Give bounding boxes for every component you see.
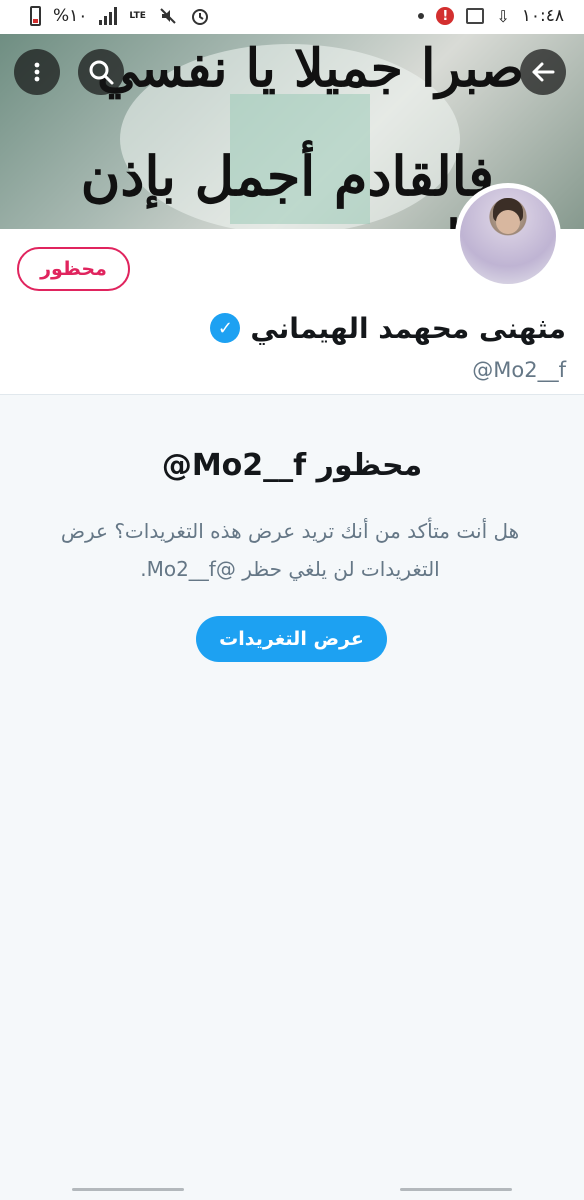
blocked-button[interactable]: محظور	[17, 247, 130, 291]
verified-badge-icon: ✓	[210, 313, 241, 343]
navigation-bar	[0, 1176, 584, 1200]
nav-back-pill[interactable]	[400, 1188, 512, 1191]
blocked-title: @Mo2__f محظور	[161, 448, 423, 483]
signal-icon	[99, 7, 118, 25]
status-left: %١٠ LTE	[30, 6, 210, 26]
display-name: مثهنى محهمد الهيماني	[250, 311, 566, 345]
more-vertical-icon	[34, 62, 40, 82]
banner-line-2: فالقادم أجمل بإذن الله	[80, 144, 494, 229]
search-icon	[89, 60, 114, 85]
clock: ١٠:٤٨	[521, 6, 564, 26]
battery-percent: %١٠	[53, 6, 88, 26]
user-handle: @Mo2__f	[472, 358, 566, 382]
arrow-back-icon	[532, 62, 555, 82]
more-options-button[interactable]	[14, 49, 60, 95]
mute-icon	[160, 8, 176, 24]
dot-icon	[418, 13, 425, 19]
alarm-icon	[191, 9, 208, 25]
view-tweets-button[interactable]: عرض التغريدات	[196, 616, 387, 662]
blocked-description: هل أنت متأكد من أنك تريد عرض هذه التغريد…	[60, 519, 520, 581]
image-icon	[466, 8, 485, 24]
download-icon: ⇩	[496, 6, 510, 26]
back-button[interactable]	[520, 49, 566, 95]
screen: %١٠ LTE ! ⇩ ١٠:٤٨ صبرا جميلا يا نفسي فال…	[0, 0, 584, 1200]
status-right: ! ⇩ ١٠:٤٨	[418, 6, 564, 26]
avatar-image	[460, 188, 556, 284]
alert-icon: !	[436, 7, 455, 25]
avatar[interactable]	[455, 183, 561, 289]
lte-icon: LTE	[129, 10, 146, 21]
search-button[interactable]	[78, 49, 124, 95]
status-bar: %١٠ LTE ! ⇩ ١٠:٤٨	[0, 0, 584, 34]
name-row: ✓ مثهنى محهمد الهيماني	[210, 306, 566, 350]
nav-recent-pill[interactable]	[72, 1188, 184, 1191]
banner-line-1: صبرا جميلا يا نفسي	[96, 38, 524, 99]
battery-icon	[30, 6, 41, 26]
